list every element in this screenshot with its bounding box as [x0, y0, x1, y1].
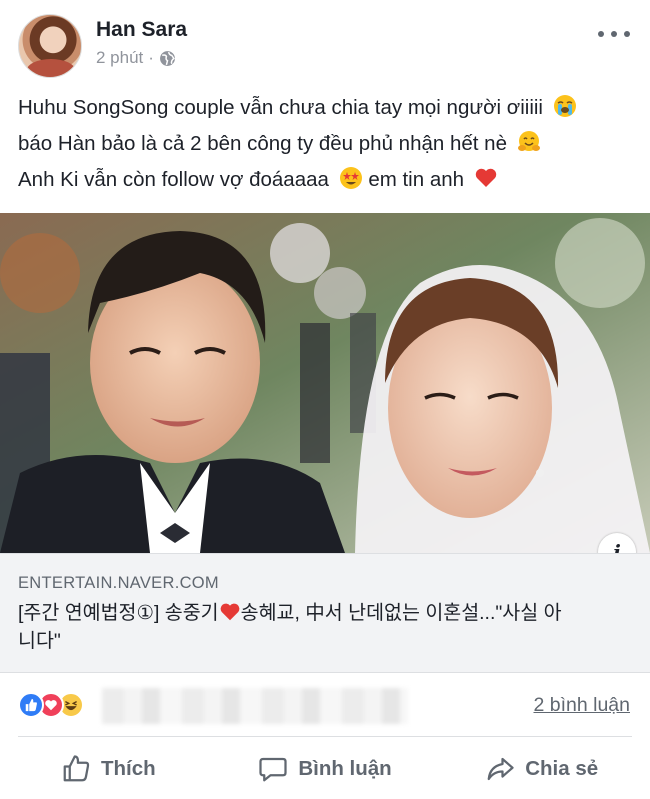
link-title-part-3: 니다" — [18, 630, 61, 652]
reactions-bar: 2 bình luận — [0, 684, 650, 726]
link-preview-image[interactable] — [0, 213, 650, 553]
post-text-line-3: Anh Ki vẫn còn follow vợ đoáaaaa — [18, 168, 329, 191]
comment-button-label: Bình luận — [298, 756, 392, 780]
post-time[interactable]: 2 phút — [96, 48, 143, 68]
share-button-label: Chia sẻ — [525, 756, 599, 780]
link-title-part-2: 송혜교, 中서 난데없는 이혼설..."사실 아 — [240, 602, 562, 624]
reaction-icons[interactable] — [18, 692, 98, 718]
comment-button[interactable]: Bình luận — [217, 738, 434, 799]
post-header: Han Sara 2 phút · — [0, 0, 650, 86]
hugging-face-icon — [517, 131, 540, 151]
link-meta[interactable]: ENTERTAIN.NAVER.COM [주간 연예법정①] 송중기 송혜교, 中… — [0, 553, 650, 673]
avatar[interactable] — [18, 14, 82, 78]
author-name[interactable]: Han Sara — [96, 18, 187, 42]
action-bar: Thích Bình luận Chia sẻ — [0, 738, 650, 799]
red-heart-icon — [220, 603, 239, 621]
post-meta: 2 phút · — [96, 48, 176, 68]
post-text-line-4: em tin anh — [368, 168, 465, 191]
post-text: Huhu SongSong couple vẫn chưa chia tay m… — [18, 90, 638, 198]
globe-icon[interactable] — [159, 50, 176, 67]
like-reaction-icon — [18, 692, 44, 718]
blurred-reaction-names — [102, 688, 408, 724]
link-title-part-1: [주간 연예법정①] 송중기 — [18, 602, 219, 624]
share-arrow-icon — [487, 757, 514, 780]
divider — [18, 736, 632, 737]
link-title: [주간 연예법정①] 송중기 송혜교, 中서 난데없는 이혼설..."사실 아 니… — [18, 599, 638, 655]
link-domain: ENTERTAIN.NAVER.COM — [18, 574, 219, 592]
more-options-button[interactable] — [598, 24, 630, 44]
like-button-label: Thích — [101, 756, 156, 780]
thumbs-up-icon — [63, 754, 90, 781]
loudly-crying-face-icon — [553, 95, 576, 117]
post-text-line-2: báo Hàn bảo là cả 2 bên công ty đều phủ … — [18, 132, 507, 155]
comment-bubble-icon — [259, 757, 287, 781]
red-heart-icon — [475, 168, 496, 187]
comment-count-link[interactable]: 2 bình luận — [533, 694, 630, 717]
link-preview-card[interactable]: i ENTERTAIN.NAVER.COM [주간 연예법정①] 송중기 송혜교,… — [0, 213, 650, 673]
share-button[interactable]: Chia sẻ — [433, 738, 650, 799]
like-button[interactable]: Thích — [0, 738, 217, 799]
post-text-line-1: Huhu SongSong couple vẫn chưa chia tay m… — [18, 96, 543, 119]
star-struck-face-icon — [339, 167, 362, 189]
